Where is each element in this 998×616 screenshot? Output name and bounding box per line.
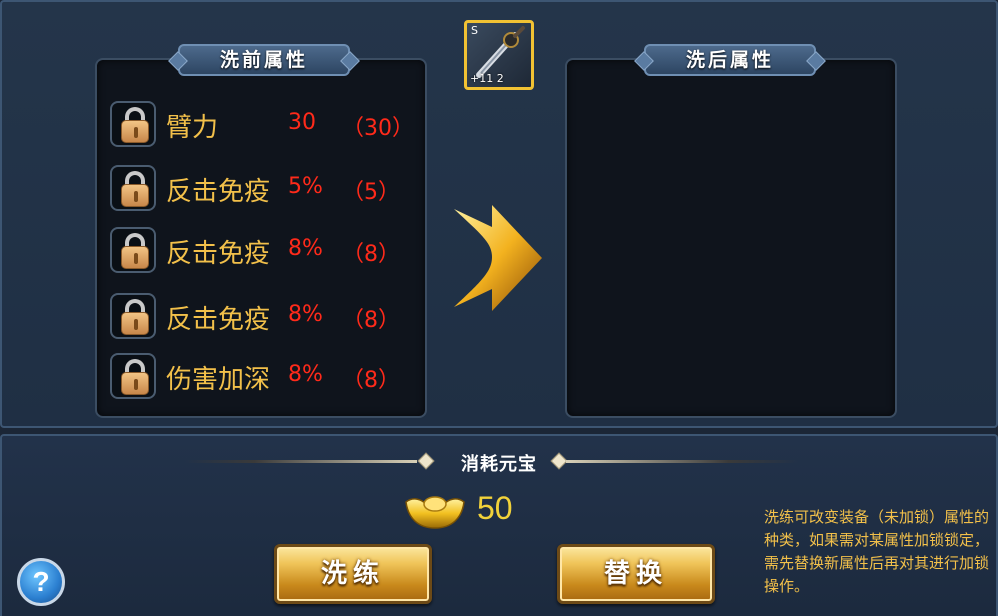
- attribute-row-1: 臂力 30 （30）: [110, 101, 420, 147]
- attribute-name: 反击免疫: [166, 305, 271, 335]
- attribute-base-value: （5）: [342, 180, 400, 205]
- replace-button[interactable]: 替换: [557, 544, 715, 604]
- help-icon[interactable]: ?: [17, 558, 65, 606]
- attribute-value: 30: [288, 110, 316, 135]
- attribute-base-value: （8）: [342, 242, 400, 267]
- gold-ingot-icon: [405, 496, 465, 529]
- refine-hint-text: 洗练可改变装备（未加锁）属性的种类，如果需对某属性加锁锁定，需先替换新属性后再对…: [764, 508, 990, 595]
- attribute-base-value: （8）: [342, 368, 400, 393]
- item-enhance-level: +11 2: [470, 72, 504, 85]
- lock-icon[interactable]: [110, 227, 156, 273]
- lock-icon[interactable]: [110, 293, 156, 339]
- lock-icon[interactable]: [110, 101, 156, 147]
- attribute-name: 反击免疫: [166, 177, 271, 207]
- attribute-row-5: 伤害加深 8% （8）: [110, 353, 420, 399]
- lock-icon[interactable]: [110, 165, 156, 211]
- attribute-name: 伤害加深: [166, 365, 271, 395]
- attribute-base-value: （8）: [342, 308, 400, 333]
- attribute-value: 5%: [288, 174, 323, 199]
- attribute-name: 臂力: [166, 113, 219, 143]
- before-attributes-title: 洗前属性: [178, 44, 350, 76]
- attribute-name: 反击免疫: [166, 239, 271, 269]
- cost-amount: 50: [477, 490, 513, 526]
- cost-title: 消耗元宝: [461, 454, 537, 475]
- attribute-value: 8%: [288, 362, 323, 387]
- attribute-row-3: 反击免疫 8% （8）: [110, 227, 420, 273]
- after-attributes-box: [565, 58, 897, 418]
- arrow-right-icon: [454, 205, 542, 311]
- lock-icon[interactable]: [110, 353, 156, 399]
- attribute-value: 8%: [288, 236, 323, 261]
- equipment-slot[interactable]: S +11 2: [464, 20, 534, 90]
- after-attributes-title: 洗后属性: [644, 44, 816, 76]
- attribute-base-value: （30）: [342, 116, 414, 141]
- attribute-value: 8%: [288, 302, 323, 327]
- attribute-row-4: 反击免疫 8% （8）: [110, 293, 420, 339]
- attribute-row-2: 反击免疫 5% （5）: [110, 165, 420, 211]
- wash-button[interactable]: 洗练: [274, 544, 432, 604]
- divider-right: [566, 460, 798, 463]
